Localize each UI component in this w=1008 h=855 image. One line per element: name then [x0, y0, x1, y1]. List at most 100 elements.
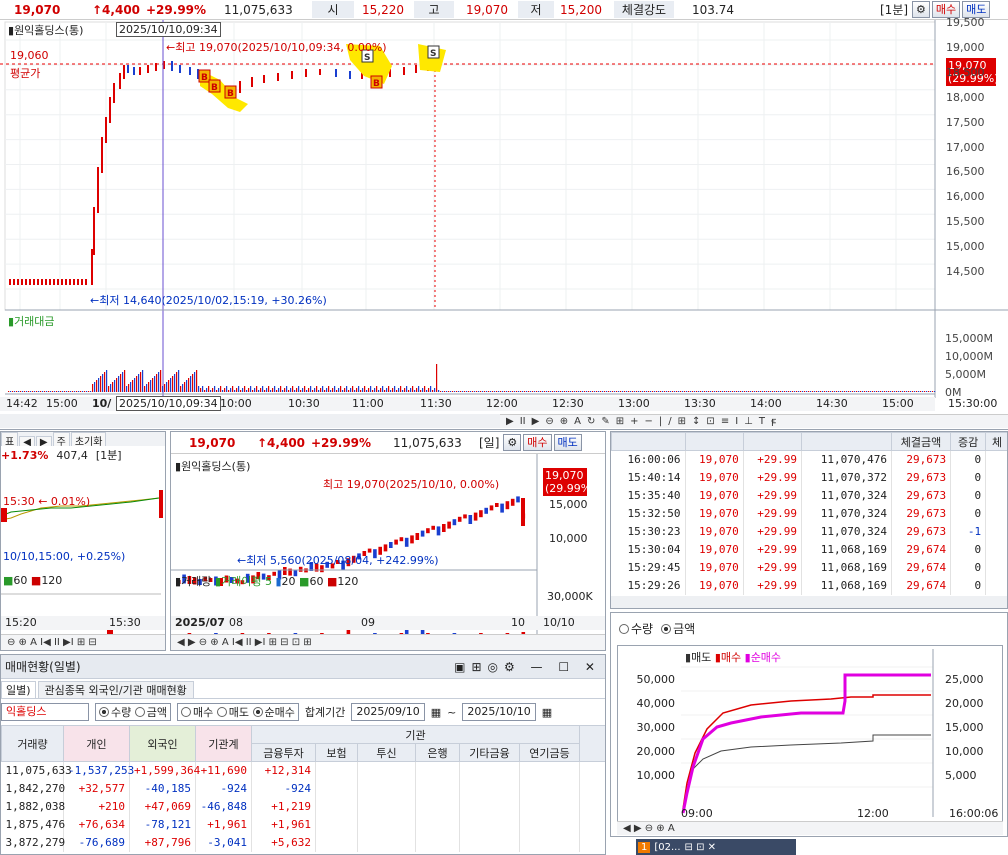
main-chart-canvas[interactable]: B B B B S S [0, 20, 1008, 415]
volume-bar [524, 391, 526, 392]
stock-name-text: 원익홀딩스(통) [14, 24, 84, 37]
flow-radio-group: 수량 금액 [611, 613, 1007, 643]
mini-ma-legend: ■60 ■120 [3, 574, 63, 587]
gear-icon[interactable]: ⚙ [912, 1, 930, 18]
daily-candle [468, 515, 473, 524]
col-insurance[interactable]: 보험 [315, 743, 358, 762]
high-value: 19,070 [466, 2, 508, 17]
chart-scrollbar[interactable] [0, 414, 500, 428]
opt-qty[interactable]: 수량 [99, 706, 131, 719]
daily-gear-icon[interactable]: ⚙ [503, 434, 522, 451]
time-xtick: 11:00 [352, 397, 384, 410]
trade-row[interactable]: 15:35:40 19,070 +29.99 11,070,324 29,673 0 [611, 486, 1007, 505]
calendar-icon[interactable]: ▦ [431, 706, 441, 719]
trade-row[interactable]: 15:40:14 19,070 +29.99 11,070,372 29,673 0 [611, 468, 1007, 487]
calendar-icon[interactable]: ▦ [542, 706, 552, 719]
toolbar-tool-icon: I [735, 416, 739, 427]
investor-row[interactable]: 1,875,476 +76,634 -78,121 +1,961 +1,961 [1, 815, 605, 834]
opt-sell[interactable]: 매도 [216, 706, 249, 719]
flow-toolbar[interactable]: ◀ ▶ ⊖ ⊕ A [617, 821, 1003, 835]
trade-row[interactable]: 15:32:50 19,070 +29.99 11,070,324 29,673 0 [611, 504, 1007, 523]
tab-daily[interactable]: 일별) [1, 681, 36, 698]
taskbar-tab[interactable]: [02... [654, 842, 680, 853]
radio-qty[interactable]: 수량 [619, 620, 653, 637]
volume-bar [856, 391, 858, 392]
daily-vol-ma-60: 60 [309, 575, 324, 588]
volume-bar [886, 391, 888, 392]
opt-net[interactable]: 순매수 [252, 706, 295, 719]
chart-toolbar[interactable]: ▶ II ▶ ⊖ ⊕ A ↻ ✎ ⊞ + − | / ⊞ ↕ ⊡ ≡ I ⊥ T Ꞙ [500, 414, 1008, 429]
col-volume[interactable]: 거래량 [1, 725, 64, 762]
volume-bar [544, 391, 546, 392]
mini-interval[interactable]: [1분] [96, 447, 122, 463]
mini-tab: 표 [1, 432, 19, 446]
daily-sell-button[interactable]: 매도 [553, 434, 582, 451]
daily-candle [473, 512, 478, 521]
investor-cell-empty [357, 779, 416, 798]
col-fin-invest[interactable]: 금융투자 [251, 743, 316, 762]
flow-ytick-left: 30,000 [636, 721, 676, 734]
volume-bar [224, 388, 226, 392]
col-pension[interactable]: 연기금등 [519, 743, 580, 762]
mini-tabs[interactable]: 표 ◀ ▶ 주 초기화 [1, 432, 165, 446]
tab-watchlist[interactable]: 관심종목 외국인/기관 매매현황 [37, 681, 194, 698]
investor-cell: +11,690 [195, 761, 252, 780]
volume-bar [924, 391, 926, 392]
window-controls[interactable]: ▣⊞◎⚙ — ☐ ✕ [454, 660, 605, 674]
investor-cell: -76,689 [63, 833, 130, 852]
volume-bar [410, 388, 412, 392]
trades-scrollbar[interactable] [611, 596, 1007, 608]
daily-interval[interactable]: [일] [479, 434, 499, 451]
daily-buy-button[interactable]: 매수 [523, 434, 552, 451]
volume-bar [550, 391, 552, 392]
investor-row[interactable]: 3,872,279 -76,689 +87,796 -3,041 +5,632 [1, 833, 605, 852]
trade-cell: 29,673 [891, 450, 952, 469]
volume-bar [94, 382, 96, 392]
investor-cell-empty [357, 833, 416, 852]
volume-bar [880, 391, 882, 392]
col-bank[interactable]: 은행 [415, 743, 460, 762]
taskbar-controls[interactable]: ⊟ ⊡ ✕ [685, 842, 717, 853]
price-candle [49, 279, 51, 285]
trades-col-header [742, 432, 803, 451]
daily-toolbar[interactable]: ◀ ▶ ⊖ ⊕ A I◀ II ▶I ⊞ ⊟ ⊡ ⊞ [171, 634, 605, 650]
volume-bar [244, 386, 246, 392]
daily-quote-bar: 19,070 ↑4,400 +29.99% 11,075,633 [일] ⚙ 매… [171, 432, 605, 454]
investor-cell-empty [357, 815, 416, 834]
col-individual[interactable]: 개인 [63, 725, 130, 762]
mini-toolbar[interactable]: ⊖ ⊕ A I◀ II ▶I ⊞ ⊟ [1, 634, 165, 650]
volume-bar [654, 391, 656, 392]
trade-row[interactable]: 16:00:06 19,070 +29.99 11,070,476 29,673 0 [611, 450, 1007, 469]
investor-cell: -1,537,253 [63, 761, 134, 780]
opt-buy[interactable]: 매수 [181, 706, 213, 719]
col-trust[interactable]: 투신 [357, 743, 416, 762]
volume-bar [96, 380, 98, 392]
volume-bar [164, 384, 166, 392]
col-other-fin[interactable]: 기타금융 [459, 743, 520, 762]
investor-row[interactable]: 11,075,633 -1,537,253 +1,599,364 +11,690 +12… [1, 761, 605, 780]
volume-bar [44, 391, 46, 392]
trade-row[interactable]: 15:30:04 19,070 +29.99 11,068,169 29,674 0 [611, 540, 1007, 559]
volume-bar [632, 391, 634, 392]
date-from[interactable]: 2025/09/10 [351, 703, 425, 721]
trade-cell: 19,070 [685, 558, 744, 577]
stock-select[interactable]: 익홀딩스 [1, 703, 89, 721]
volume-bar [58, 391, 60, 392]
price-candle [349, 71, 351, 79]
trade-row[interactable]: 15:30:23 19,070 +29.99 11,070,324 29,673 -1 [611, 522, 1007, 541]
volume-bar [752, 391, 754, 392]
trade-row[interactable]: 15:29:26 19,070 +29.99 11,068,169 29,674 0 [611, 576, 1007, 595]
col-foreign[interactable]: 외국인 [129, 725, 196, 762]
volume-bar [360, 390, 362, 392]
investor-window: 매매현황(일별) ▣⊞◎⚙ — ☐ ✕ 일별) 관심종목 외국인/기관 매매현황… [0, 654, 606, 855]
trade-cell: 29,674 [891, 540, 952, 559]
investor-row[interactable]: 1,882,038 +210 +47,069 -46,848 +1,219 [1, 797, 605, 816]
trade-row[interactable]: 15:29:45 19,070 +29.99 11,068,169 29,674 0 [611, 558, 1007, 577]
radio-amt[interactable]: 금액 [661, 620, 695, 637]
investor-row[interactable]: 1,842,270 +32,577 -40,185 -924 -924 [1, 779, 605, 798]
date-to[interactable]: 2025/10/10 [462, 703, 536, 721]
opt-amt[interactable]: 금액 [134, 706, 167, 719]
col-inst-total[interactable]: 기관계 [195, 725, 252, 762]
taskbar[interactable]: 1 [02... ⊟ ⊡ ✕ [636, 839, 796, 855]
interval-label[interactable]: [1분] [880, 1, 908, 18]
